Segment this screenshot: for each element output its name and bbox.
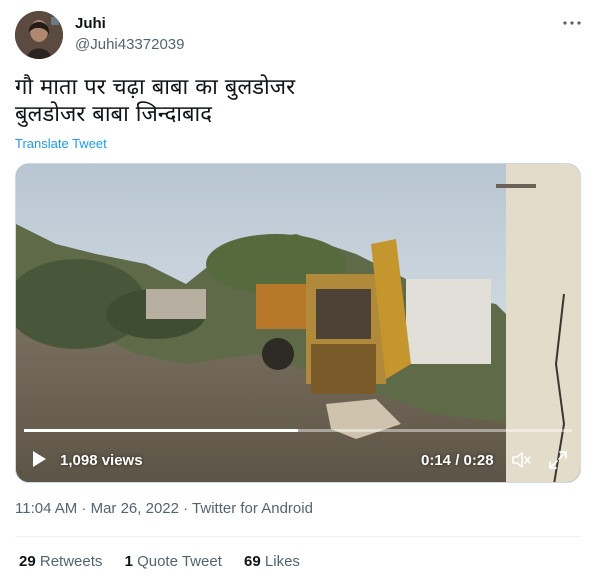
tweet-line-2: बुलडोजर बाबा जिन्दाबाद bbox=[15, 102, 212, 127]
divider bbox=[15, 536, 581, 537]
user-name[interactable]: Juhi bbox=[75, 15, 106, 32]
retweets-label: Retweets bbox=[39, 553, 103, 570]
avatar-image bbox=[15, 11, 63, 59]
translate-tweet-link[interactable]: Translate Tweet bbox=[15, 136, 107, 151]
video-player[interactable]: 1,098 views 0:14 / 0:28 bbox=[15, 163, 581, 483]
retweets-stat[interactable]: 29 Retweets bbox=[19, 553, 102, 570]
likes-label: Likes bbox=[264, 553, 300, 570]
tweet-line-1: गौ माता पर चढ़ा बाबा का बुलडोजर bbox=[15, 75, 296, 100]
user-handle[interactable]: @Juhi43372039 bbox=[75, 36, 184, 53]
volume-icon[interactable] bbox=[510, 449, 532, 471]
quotes-stat[interactable]: 1 Quote Tweet bbox=[125, 553, 222, 570]
view-count: 1,098 views bbox=[60, 452, 143, 469]
fullscreen-icon[interactable] bbox=[547, 449, 569, 471]
quotes-label: Quote Tweet bbox=[137, 553, 222, 570]
tweet-stats: 29 Retweets 1 Quote Tweet 69 Likes bbox=[19, 553, 318, 570]
avatar[interactable] bbox=[15, 11, 63, 59]
more-icon[interactable] bbox=[560, 12, 584, 34]
video-time: 0:14 / 0:28 bbox=[421, 452, 494, 469]
play-icon[interactable] bbox=[30, 449, 48, 469]
retweets-count: 29 bbox=[19, 553, 36, 570]
video-frame bbox=[16, 164, 580, 482]
progress-bar[interactable] bbox=[24, 429, 572, 432]
tweet-text: गौ माता पर चढ़ा बाबा का बुलडोजर बुलडोजर … bbox=[15, 74, 575, 128]
likes-count: 69 bbox=[244, 553, 261, 570]
progress-fill bbox=[24, 429, 298, 432]
quotes-count: 1 bbox=[124, 553, 133, 570]
tweet-timestamp[interactable]: 11:04 AM · Mar 26, 2022 · Twitter for An… bbox=[15, 500, 313, 517]
likes-stat[interactable]: 69 Likes bbox=[244, 553, 300, 570]
